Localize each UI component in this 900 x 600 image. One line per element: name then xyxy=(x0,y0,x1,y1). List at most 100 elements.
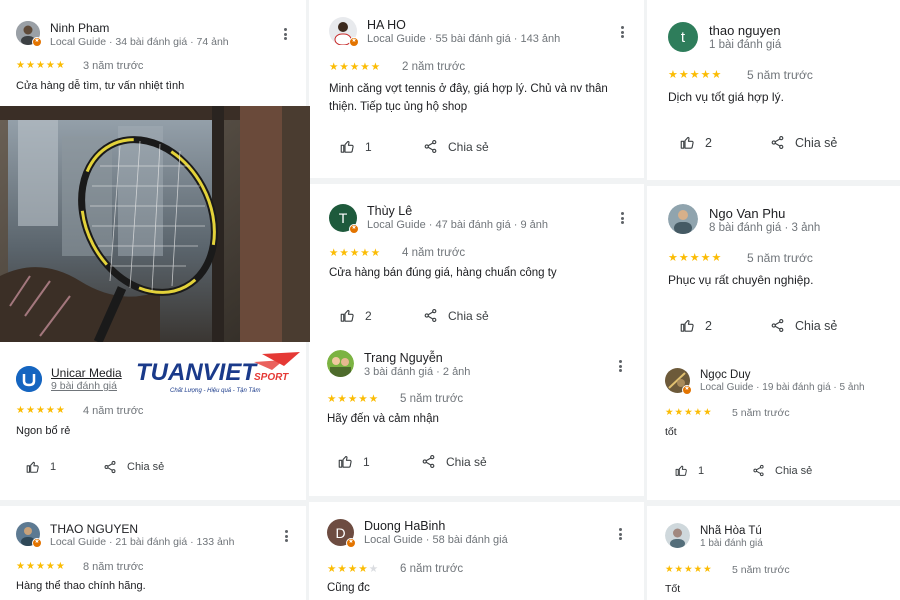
more-options-icon[interactable] xyxy=(613,526,627,542)
star-filled-icon: ★ xyxy=(684,407,694,418)
star-filled-icon: ★ xyxy=(689,252,701,264)
star-filled-icon: ★ xyxy=(337,563,348,575)
more-options-icon[interactable] xyxy=(613,358,627,374)
more-options-icon[interactable] xyxy=(615,210,629,226)
review-date: 6 năm trước xyxy=(400,563,464,575)
star-filled-icon: ★ xyxy=(339,247,350,259)
share-button[interactable]: Chia sẻ xyxy=(423,308,489,323)
star-filled-icon: ★ xyxy=(678,252,690,264)
review-text: Hàng thể thao chính hãng. xyxy=(16,580,146,592)
reviewer-name[interactable]: Thùy Lê xyxy=(367,204,412,218)
local-guide-badge: ★ xyxy=(682,385,692,395)
like-count: 2 xyxy=(705,318,712,333)
star-rating: ★★★★★ xyxy=(668,251,722,264)
share-button[interactable]: Chia sẻ xyxy=(770,318,837,333)
star-filled-icon: ★ xyxy=(703,564,713,575)
local-guide-badge: ★ xyxy=(349,224,359,234)
like-button[interactable]: 1 xyxy=(338,454,370,469)
thumbs-up-icon xyxy=(675,464,688,477)
review-date: 5 năm trước xyxy=(400,393,464,405)
reviewer-meta: Local Guide · 21 bài đánh giá · 133 ảnh xyxy=(50,536,235,548)
avatar[interactable] xyxy=(16,366,42,392)
reviewer-name[interactable]: THAO NGUYEN xyxy=(50,522,138,536)
share-button[interactable]: Chia sẻ xyxy=(103,460,164,474)
more-options-icon[interactable] xyxy=(279,528,293,544)
star-filled-icon: ★ xyxy=(693,407,704,418)
thumbs-up-icon xyxy=(26,460,40,474)
star-filled-icon: ★ xyxy=(370,61,382,73)
local-guide-badge: ★ xyxy=(32,538,42,548)
like-count: 2 xyxy=(705,135,712,150)
like-button[interactable]: 1 xyxy=(340,139,372,154)
reviewer-meta: Local Guide · 19 bài đánh giá · 5 ảnh xyxy=(700,382,865,393)
review-card: Trang Nguyễn 3 bài đánh giá · 2 ảnh ★★★★… xyxy=(309,340,644,496)
avatar[interactable]: D ★ xyxy=(327,519,356,548)
star-filled-icon: ★ xyxy=(349,61,361,73)
share-button[interactable]: Chia sẻ xyxy=(770,135,837,150)
star-filled-icon: ★ xyxy=(329,61,340,73)
star-filled-icon: ★ xyxy=(35,60,46,71)
reviewer-name[interactable]: Ngo Van Phu xyxy=(709,206,785,221)
star-filled-icon: ★ xyxy=(368,393,380,405)
reviewer-name[interactable]: thao nguyen xyxy=(709,23,781,38)
avatar[interactable]: T ★ xyxy=(329,204,359,234)
like-button[interactable]: 2 xyxy=(340,308,372,323)
like-button[interactable]: 1 xyxy=(26,460,56,474)
like-button[interactable]: 2 xyxy=(680,318,712,333)
reviewer-name[interactable]: HA HO xyxy=(367,18,406,32)
star-filled-icon: ★ xyxy=(358,393,369,405)
avatar[interactable]: ★ xyxy=(16,21,42,47)
thumbs-up-icon xyxy=(340,139,355,154)
more-options-icon[interactable] xyxy=(278,26,292,42)
avatar[interactable]: ★ xyxy=(16,522,42,548)
share-label: Chia sẻ xyxy=(446,454,487,469)
review-text: Phục vụ rất chuyên nghiệp. xyxy=(668,273,814,287)
local-guide-badge: ★ xyxy=(32,37,42,47)
review-date: 5 năm trước xyxy=(747,68,813,82)
review-text: Hãy đến và cảm nhận xyxy=(327,413,439,425)
reviewer-name[interactable]: Ninh Pham xyxy=(50,21,109,35)
star-rating: ★★★★★ xyxy=(665,407,713,418)
reviewer-name[interactable]: Trang Nguyễn xyxy=(364,351,443,365)
review-card: Nhã Hòa Tú 1 bài đánh giá ★★★★★ 5 năm tr… xyxy=(647,506,900,600)
avatar-letter: T xyxy=(338,210,348,226)
star-rating: ★★★★★ xyxy=(16,561,66,572)
star-filled-icon: ★ xyxy=(711,252,723,264)
like-button[interactable]: 2 xyxy=(680,135,712,150)
share-button[interactable]: Chia sẻ xyxy=(752,464,812,477)
share-label: Chia sẻ xyxy=(448,308,489,323)
avatar[interactable] xyxy=(665,523,690,548)
star-filled-icon: ★ xyxy=(16,561,26,572)
reviewer-meta: Local Guide · 34 bài đánh giá · 74 ảnh xyxy=(50,36,229,48)
star-rating: ★★★★★ xyxy=(327,563,379,575)
review-photo[interactable] xyxy=(0,106,310,342)
like-button[interactable]: 1 xyxy=(675,464,704,477)
star-rating: ★★★★★ xyxy=(665,564,713,575)
reviewer-name[interactable]: Duong HaBinh xyxy=(364,519,445,533)
avatar[interactable]: ★ xyxy=(329,17,359,47)
reviewer-name[interactable]: Ngọc Duy xyxy=(700,369,751,381)
reviewer-meta: 3 bài đánh giá · 2 ảnh xyxy=(364,366,471,378)
reviewer-meta: 1 bài đánh giá xyxy=(709,39,782,51)
share-button[interactable]: Chia sẻ xyxy=(423,139,489,154)
more-options-icon[interactable] xyxy=(615,24,629,40)
star-filled-icon: ★ xyxy=(360,247,371,259)
reviewer-name[interactable]: Unicar Media xyxy=(51,366,122,380)
share-button[interactable]: Chia sẻ xyxy=(421,454,487,469)
avatar[interactable]: ★ xyxy=(665,368,692,395)
star-filled-icon: ★ xyxy=(25,561,36,572)
review-card: t thao nguyen 1 bài đánh giá ★★★★★ 5 năm… xyxy=(647,0,900,180)
avatar[interactable]: t xyxy=(668,22,698,52)
review-text: Minh căng vợt tennis ở đây, giá hợp lý. … xyxy=(329,83,608,113)
reviewer-meta: Local Guide · 58 bài đánh giá xyxy=(364,534,508,546)
avatar[interactable] xyxy=(327,350,354,377)
star-filled-icon: ★ xyxy=(360,61,371,73)
like-count: 1 xyxy=(50,461,57,473)
review-date: 3 năm trước xyxy=(83,60,144,72)
star-filled-icon: ★ xyxy=(358,563,369,575)
avatar[interactable] xyxy=(668,204,698,234)
star-filled-icon: ★ xyxy=(668,69,679,81)
share-icon xyxy=(770,135,785,150)
reviewer-name[interactable]: Nhã Hòa Tú xyxy=(700,525,762,537)
star-filled-icon: ★ xyxy=(349,247,361,259)
